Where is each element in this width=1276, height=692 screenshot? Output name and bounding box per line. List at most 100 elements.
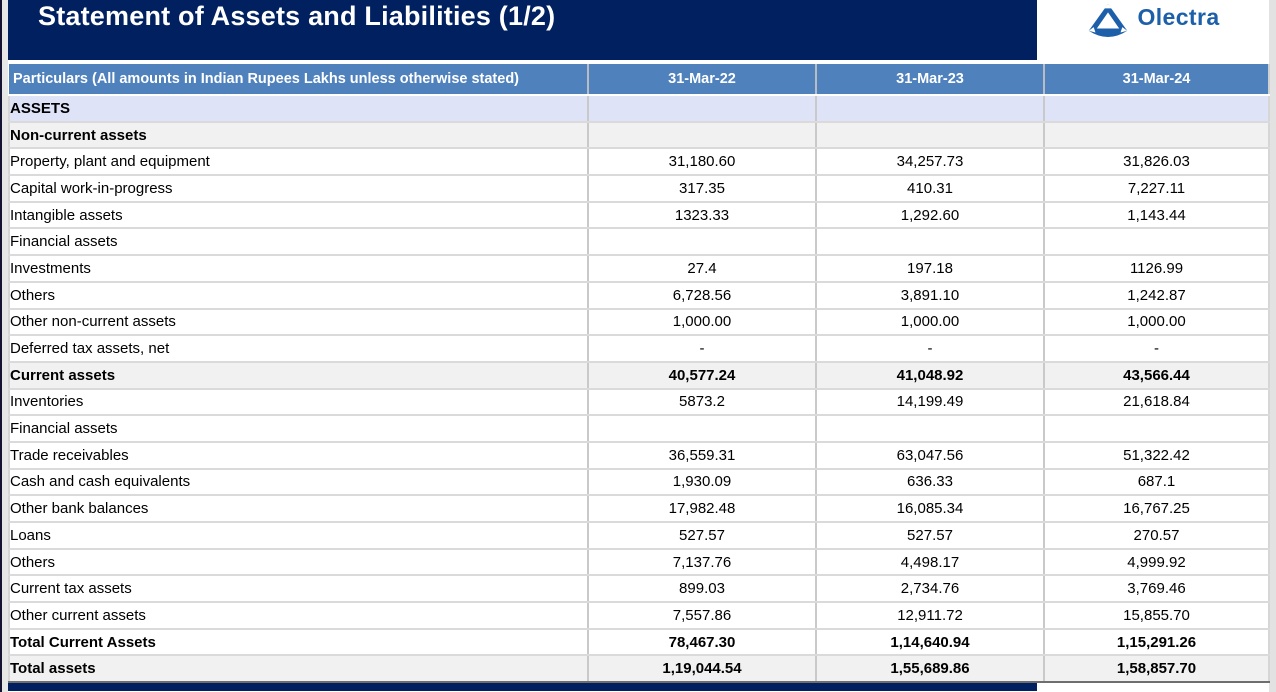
row-value: 4,498.17 bbox=[816, 548, 1045, 577]
row-value: 1,14,640.94 bbox=[816, 628, 1045, 657]
column-header-date-1: 31-Mar-22 bbox=[588, 64, 817, 96]
slide-right-margin bbox=[1269, 0, 1276, 692]
row-value: 6,728.56 bbox=[588, 281, 817, 310]
table-row: Investments 27.4 197.18 1126.99 bbox=[8, 255, 1270, 283]
table-row: ASSETS bbox=[8, 95, 1270, 123]
row-value: 17,982.48 bbox=[588, 495, 817, 523]
row-label: Other bank balances bbox=[8, 495, 589, 523]
row-value: 1,55,689.86 bbox=[816, 655, 1045, 684]
row-value: 14,199.49 bbox=[816, 388, 1045, 417]
row-value: 317.35 bbox=[588, 175, 817, 203]
row-value: 1,000.00 bbox=[816, 308, 1045, 337]
table-row: Loans 527.57 527.57 270.57 bbox=[8, 522, 1270, 550]
row-value bbox=[588, 415, 817, 443]
row-value: 27.4 bbox=[588, 255, 817, 283]
table-row: Others 7,137.76 4,498.17 4,999.92 bbox=[8, 548, 1270, 577]
row-value: 7,137.76 bbox=[588, 548, 817, 577]
row-value: 40,577.24 bbox=[588, 361, 817, 390]
row-label: Investments bbox=[8, 255, 589, 283]
table-row: Deferred tax assets, net - - - bbox=[8, 335, 1270, 363]
table-row: Property, plant and equipment 31,180.60 34… bbox=[8, 148, 1270, 177]
row-value bbox=[816, 95, 1045, 123]
row-value: 527.57 bbox=[816, 522, 1045, 550]
row-value: 1,15,291.26 bbox=[1044, 628, 1270, 657]
row-value bbox=[1044, 228, 1270, 257]
row-value bbox=[1044, 415, 1270, 443]
row-value: 636.33 bbox=[816, 468, 1045, 497]
row-value: 31,826.03 bbox=[1044, 148, 1270, 177]
row-label: Total Current Assets bbox=[8, 628, 589, 657]
row-value: 1,000.00 bbox=[588, 308, 817, 337]
row-value: 410.31 bbox=[816, 175, 1045, 203]
bottom-accent-bar bbox=[8, 683, 1037, 691]
row-value: 687.1 bbox=[1044, 468, 1270, 497]
row-value: 16,085.34 bbox=[816, 495, 1045, 523]
row-value: 3,891.10 bbox=[816, 281, 1045, 310]
row-label: Current tax assets bbox=[8, 575, 589, 604]
row-value: 41,048.92 bbox=[816, 361, 1045, 390]
row-label: Cash and cash equivalents bbox=[8, 468, 589, 497]
row-value bbox=[588, 121, 817, 150]
row-label: Other non-current assets bbox=[8, 308, 589, 337]
row-label: Total assets bbox=[8, 655, 589, 684]
row-value bbox=[588, 228, 817, 257]
table-row: Financial assets bbox=[8, 228, 1270, 257]
row-value: 12,911.72 bbox=[816, 602, 1045, 630]
title-bar: Statement of Assets and Liabilities (1/2… bbox=[8, 0, 1037, 60]
assets-liabilities-table: Particulars (All amounts in Indian Rupee… bbox=[8, 64, 1270, 684]
row-value: 2,734.76 bbox=[816, 575, 1045, 604]
row-label: Financial assets bbox=[8, 228, 589, 257]
table-row: Current tax assets 899.03 2,734.76 3,769.46 bbox=[8, 575, 1270, 604]
company-logo-text: Olectra bbox=[1137, 4, 1220, 30]
row-value: 1,242.87 bbox=[1044, 281, 1270, 310]
row-value: 270.57 bbox=[1044, 522, 1270, 550]
row-value: 527.57 bbox=[588, 522, 817, 550]
row-value: 43,566.44 bbox=[1044, 361, 1270, 390]
row-label: Current assets bbox=[8, 361, 589, 390]
row-value: 21,618.84 bbox=[1044, 388, 1270, 417]
row-label: Capital work-in-progress bbox=[8, 175, 589, 203]
row-value: 34,257.73 bbox=[816, 148, 1045, 177]
row-value: 3,769.46 bbox=[1044, 575, 1270, 604]
row-value: - bbox=[1044, 335, 1270, 363]
table-row: Others 6,728.56 3,891.10 1,242.87 bbox=[8, 281, 1270, 310]
row-label: Property, plant and equipment bbox=[8, 148, 589, 177]
table-row: Financial assets bbox=[8, 415, 1270, 443]
table-header-row: Particulars (All amounts in Indian Rupee… bbox=[9, 64, 1270, 96]
row-value: 1,58,857.70 bbox=[1044, 655, 1270, 684]
table-row: Current assets 40,577.24 41,048.92 43,566.4… bbox=[8, 361, 1270, 390]
row-value: - bbox=[588, 335, 817, 363]
row-value: 197.18 bbox=[816, 255, 1045, 283]
table-row: Inventories 5873.2 14,199.49 21,618.84 bbox=[8, 388, 1270, 417]
row-value: 1,292.60 bbox=[816, 201, 1045, 230]
row-value bbox=[1044, 95, 1270, 123]
table-row: Cash and cash equivalents 1,930.09 636.33 6… bbox=[8, 468, 1270, 497]
slide: Statement of Assets and Liabilities (1/2… bbox=[0, 0, 1276, 692]
row-label: Deferred tax assets, net bbox=[8, 335, 589, 363]
row-value: 31,180.60 bbox=[588, 148, 817, 177]
logo-area: Olectra bbox=[1037, 0, 1269, 60]
row-value: 899.03 bbox=[588, 575, 817, 604]
table-body: ASSETS Non-current assets Property, plant … bbox=[8, 95, 1270, 684]
column-header-particulars: Particulars (All amounts in Indian Rupee… bbox=[9, 64, 589, 96]
row-value: 63,047.56 bbox=[816, 441, 1045, 470]
row-value: 51,322.42 bbox=[1044, 441, 1270, 470]
row-value bbox=[816, 121, 1045, 150]
row-value: 1,000.00 bbox=[1044, 308, 1270, 337]
row-value: 1126.99 bbox=[1044, 255, 1270, 283]
row-value: 1,143.44 bbox=[1044, 201, 1270, 230]
row-value: 78,467.30 bbox=[588, 628, 817, 657]
row-label: Others bbox=[8, 281, 589, 310]
row-value bbox=[816, 415, 1045, 443]
table-row: Total assets 1,19,044.54 1,55,689.86 1,58,8… bbox=[8, 655, 1270, 684]
table-row: Other bank balances 17,982.48 16,085.34 16,… bbox=[8, 495, 1270, 523]
table-row: Total Current Assets 78,467.30 1,14,640.94… bbox=[8, 628, 1270, 657]
olectra-triangle-icon bbox=[1086, 3, 1130, 42]
row-value: 4,999.92 bbox=[1044, 548, 1270, 577]
column-header-date-2: 31-Mar-23 bbox=[816, 64, 1045, 96]
row-value: 1,19,044.54 bbox=[588, 655, 817, 684]
row-label: ASSETS bbox=[8, 95, 589, 123]
column-header-date-3: 31-Mar-24 bbox=[1044, 64, 1270, 96]
row-label: Other current assets bbox=[8, 602, 589, 630]
row-label: Inventories bbox=[8, 388, 589, 417]
